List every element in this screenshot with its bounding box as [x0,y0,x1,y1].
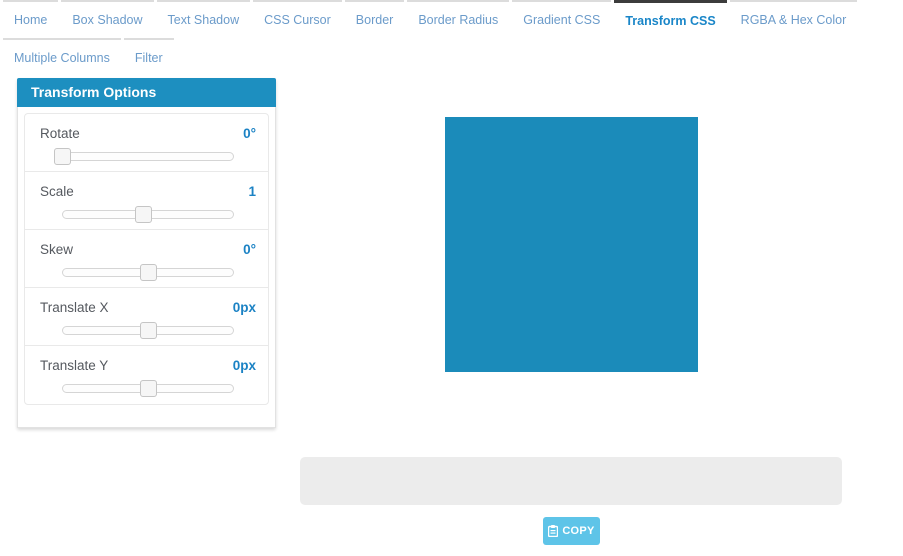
tab-label: Border [356,13,394,27]
tab-filter[interactable]: Filter [124,38,174,76]
tab-transform-css[interactable]: Transform CSS [614,0,726,38]
translate-y-slider-handle[interactable] [140,380,157,397]
transform-options-panel: Transform Options Rotate 0° Scale 1 [17,78,276,428]
tab-border-radius[interactable]: Border Radius [407,0,509,38]
tab-label: Multiple Columns [14,51,110,65]
skew-value: 0° [243,242,256,257]
option-row-rotate: Rotate 0° [25,114,268,172]
scale-value: 1 [248,184,256,199]
scale-slider[interactable] [62,206,234,223]
skew-label: Skew [40,242,73,257]
translate-y-value: 0px [233,358,256,373]
scale-label: Scale [40,184,74,199]
tab-row-1: Home Box Shadow Text Shadow CSS Cursor B… [3,0,903,38]
option-row-skew: Skew 0° [25,230,268,288]
skew-slider[interactable] [62,264,234,281]
translate-y-slider[interactable] [62,380,234,397]
tab-label: Filter [135,51,163,65]
css-output-textarea[interactable] [300,457,842,505]
tab-border[interactable]: Border [345,0,405,38]
tab-home[interactable]: Home [3,0,58,38]
tab-label: Gradient CSS [523,13,600,27]
tab-css-cursor[interactable]: CSS Cursor [253,0,342,38]
translate-x-slider[interactable] [62,322,234,339]
tab-label: Box Shadow [72,13,142,27]
rotate-value: 0° [243,126,256,141]
copy-button[interactable]: COPY [543,517,600,545]
transform-preview-square [445,117,698,372]
rotate-slider-track[interactable] [62,152,234,161]
scale-slider-handle[interactable] [135,206,152,223]
option-row-translate-x: Translate X 0px [25,288,268,346]
translate-x-value: 0px [233,300,256,315]
translate-x-label: Translate X [40,300,109,315]
rotate-label: Rotate [40,126,80,141]
panel-body: Rotate 0° Scale 1 [17,107,276,428]
tab-row-2: Multiple Columns Filter [3,38,903,76]
tab-label: Text Shadow [168,13,240,27]
tab-gradient-css[interactable]: Gradient CSS [512,0,611,38]
tab-multiple-columns[interactable]: Multiple Columns [3,38,121,76]
rotate-slider[interactable] [62,148,234,165]
options-list: Rotate 0° Scale 1 [24,113,269,405]
panel-title: Transform Options [17,78,276,107]
tab-box-shadow[interactable]: Box Shadow [61,0,153,38]
tab-label: CSS Cursor [264,13,331,27]
tab-rgba-hex-color[interactable]: RGBA & Hex Color [730,0,858,38]
tab-bar: Home Box Shadow Text Shadow CSS Cursor B… [0,0,903,76]
tab-label: RGBA & Hex Color [741,13,847,27]
tab-label: Home [14,13,47,27]
skew-slider-handle[interactable] [140,264,157,281]
clipboard-icon [548,525,558,537]
tab-text-shadow[interactable]: Text Shadow [157,0,251,38]
tab-label: Transform CSS [625,14,715,28]
option-row-scale: Scale 1 [25,172,268,230]
tab-label: Border Radius [418,13,498,27]
copy-button-label: COPY [562,525,594,537]
translate-x-slider-handle[interactable] [140,322,157,339]
option-row-translate-y: Translate Y 0px [25,346,268,404]
rotate-slider-handle[interactable] [54,148,71,165]
translate-y-label: Translate Y [40,358,108,373]
